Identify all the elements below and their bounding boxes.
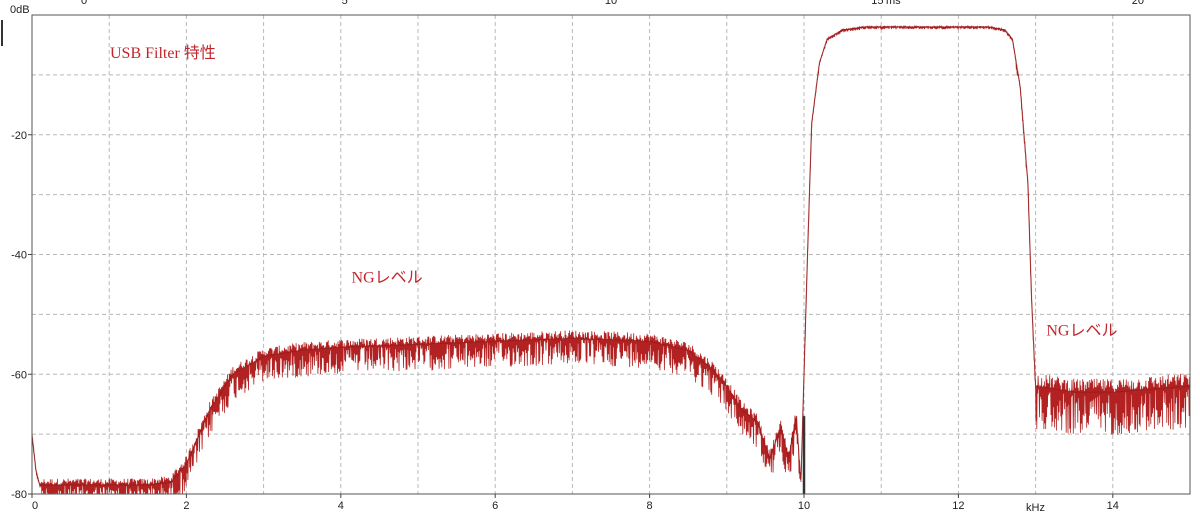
y-tick-label: -40 xyxy=(11,250,27,262)
x-unit-label: kHz xyxy=(1026,502,1045,514)
ng-level-annotation-right: NGレベル xyxy=(1046,322,1117,339)
x-tick-label: 6 xyxy=(492,500,498,512)
top-tick-label: 15 xyxy=(871,0,883,7)
x-tick-label: 10 xyxy=(798,500,810,512)
chart-title: USB Filter 特性 xyxy=(110,44,216,62)
top-tick-label: 10 xyxy=(605,0,617,7)
top-tick-label: 5 xyxy=(342,0,348,7)
top-tick-label: 20 xyxy=(1132,0,1144,7)
chart-area: 0 5 10 15 20 -20 -40 -60 -80 0 2 4 6 8 10 12 14 USB Fi… xyxy=(0,0,1200,515)
y-tick-label: -80 xyxy=(11,489,27,501)
y-tick-label: -20 xyxy=(11,130,27,142)
top-tick-label: 0 xyxy=(81,0,87,7)
y-tick-label: -60 xyxy=(11,369,27,381)
y-unit-label: 0dB xyxy=(10,4,30,16)
x-tick-label: 0 xyxy=(32,500,38,512)
top-axis-unit-label: ms xyxy=(886,0,901,7)
x-tick-label: 8 xyxy=(647,500,653,512)
ng-level-annotation-left: NGレベル xyxy=(352,270,423,287)
frequency-response-chart: 0 5 10 15 20 -20 -40 -60 -80 0 2 4 6 8 10 12 14 USB Fi… xyxy=(0,0,1200,515)
x-tick-label: 14 xyxy=(1107,500,1119,512)
x-tick-label: 2 xyxy=(183,500,189,512)
x-tick-label: 4 xyxy=(338,500,344,512)
x-tick-label: 12 xyxy=(952,500,964,512)
